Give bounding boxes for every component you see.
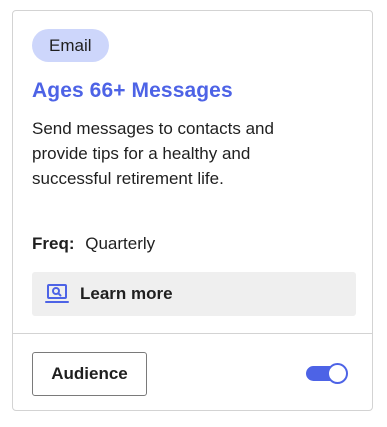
frequency-label: Freq: — [32, 234, 75, 253]
learn-more-label: Learn more — [80, 284, 173, 303]
frequency-row: Freq: Quarterly — [32, 234, 155, 254]
laptop-search-icon — [45, 283, 69, 305]
enable-toggle[interactable] — [306, 363, 349, 384]
card-divider — [13, 333, 372, 334]
campaign-card: Email Ages 66+ Messages Send messages to… — [12, 10, 373, 411]
audience-button[interactable]: Audience — [32, 352, 147, 396]
learn-more-button[interactable]: Learn more — [32, 272, 356, 316]
card-title: Ages 66+ Messages — [32, 79, 233, 102]
toggle-knob — [327, 363, 348, 384]
frequency-value: Quarterly — [85, 234, 156, 253]
channel-badge: Email — [32, 29, 109, 62]
card-description: Send messages to contacts and provide ti… — [32, 119, 274, 188]
